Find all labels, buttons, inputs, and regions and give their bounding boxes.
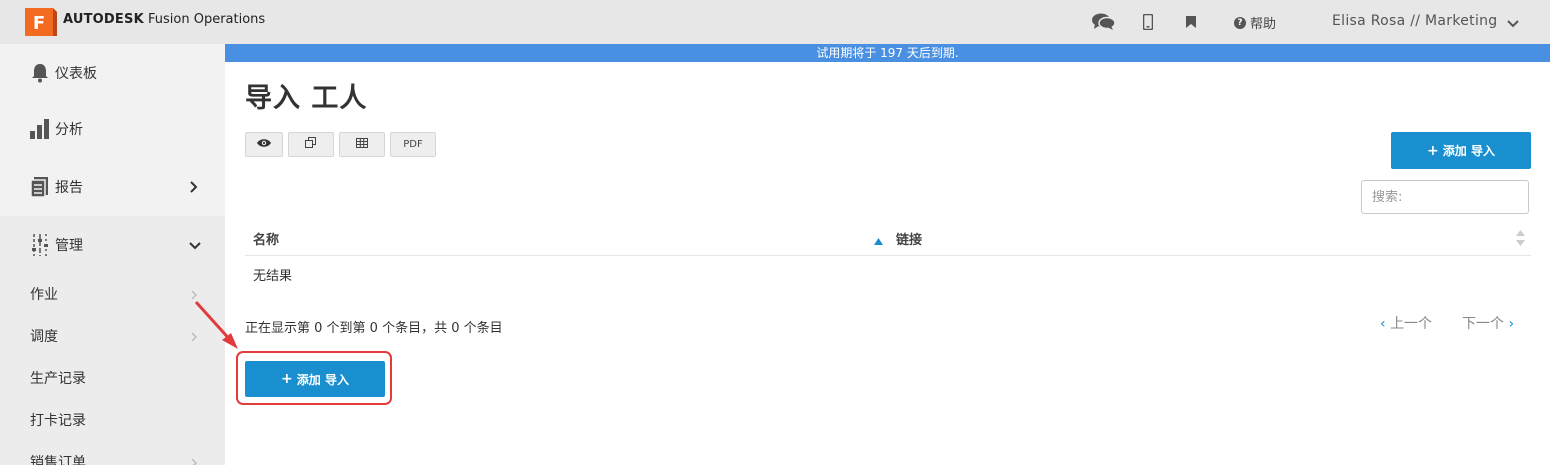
sidebar-item-label: 仪表板 [55, 66, 97, 82]
sidebar-item-label: 报告 [55, 180, 83, 196]
chevron-right-icon [190, 285, 198, 304]
sidebar-item-analytics[interactable]: 分析 [0, 100, 225, 158]
user-menu[interactable]: Elisa Rosa // Marketing [1332, 13, 1498, 29]
column-header-name[interactable]: 名称 [253, 229, 279, 248]
sort-asc-icon[interactable] [874, 230, 883, 249]
sidebar-subitem-jobs[interactable]: 作业 [0, 273, 225, 315]
top-bar: F AUTODESK Fusion Operations ? 帮助 Elisa … [0, 0, 1550, 44]
sidebar-item-admin[interactable]: 管理 [0, 216, 225, 274]
table-header: 名称 链接 [245, 220, 1531, 256]
chevron-right-icon [190, 453, 198, 465]
previous-label: 上一个 [1390, 316, 1433, 332]
chevron-down-icon[interactable] [1506, 14, 1520, 33]
chevron-right-icon: › [1508, 316, 1515, 332]
chevron-right-icon [190, 327, 198, 346]
help-label: 帮助 [1250, 17, 1277, 32]
add-import-button-top[interactable]: + 添加 导入 [1391, 132, 1531, 169]
sidebar-subitem-scheduling[interactable]: 调度 [0, 315, 225, 357]
bar-chart-icon [30, 119, 50, 139]
page-title: 导入 工人 [245, 83, 368, 114]
copy-button[interactable] [288, 132, 334, 157]
sidebar-subitem-production-records[interactable]: 生产记录 [0, 357, 225, 399]
bookmark-icon[interactable] [1186, 11, 1196, 33]
view-button[interactable] [245, 132, 283, 157]
search-input[interactable] [1361, 180, 1529, 214]
mobile-icon[interactable] [1143, 11, 1153, 33]
brand-name: AUTODESK Fusion Operations [63, 12, 266, 27]
copy-icon [305, 137, 317, 152]
pdf-button[interactable]: PDF [390, 132, 436, 157]
autodesk-logo[interactable]: F [25, 8, 57, 36]
empty-row: 无结果 [253, 269, 293, 284]
next-label: 下一个 [1462, 316, 1504, 332]
sidebar: 仪表板 分析 报告 管理 作业 调度 生产记录 打卡记录 销售订单 [0, 44, 225, 465]
sidebar-subitem-label: 调度 [30, 329, 58, 345]
help-icon: ? [1234, 16, 1246, 29]
sidebar-subitem-label: 作业 [30, 287, 58, 303]
column-header-link[interactable]: 链接 [896, 229, 922, 248]
eye-icon [256, 138, 272, 151]
annotation-highlight-box [236, 351, 392, 405]
bell-icon [30, 63, 50, 83]
chevron-down-icon [189, 236, 201, 255]
sidebar-subitem-label: 销售订单 [30, 455, 86, 465]
table-icon [356, 138, 368, 151]
chevron-left-icon: ‹ [1380, 316, 1386, 332]
table-info: 正在显示第 0 个到第 0 个条目，共 0 个条目 [245, 321, 503, 336]
sliders-icon [30, 234, 50, 256]
sidebar-subitem-label: 生产记录 [30, 371, 86, 387]
chat-icon[interactable] [1092, 11, 1115, 33]
trial-banner: 试用期将于 197 天后到期. [225, 44, 1550, 62]
previous-page-button[interactable]: ‹ 上一个 [1380, 313, 1432, 333]
svg-text:F: F [33, 13, 45, 34]
sidebar-item-label: 管理 [55, 238, 83, 254]
sidebar-subitem-label: 打卡记录 [30, 413, 86, 429]
sidebar-item-reports[interactable]: 报告 [0, 158, 225, 216]
sidebar-item-label: 分析 [55, 122, 83, 138]
sidebar-item-dashboard[interactable]: 仪表板 [0, 44, 225, 102]
report-icon [30, 177, 50, 197]
sort-both-icon[interactable] [1516, 230, 1525, 250]
chevron-right-icon [189, 178, 199, 197]
add-import-label: 添加 导入 [1442, 144, 1495, 158]
csv-button[interactable] [339, 132, 385, 157]
plus-icon: + [1427, 142, 1439, 159]
sidebar-subitem-clock-records[interactable]: 打卡记录 [0, 399, 225, 441]
next-page-button[interactable]: 下一个 › [1462, 313, 1514, 333]
sidebar-subitem-sales-orders[interactable]: 销售订单 [0, 441, 225, 465]
help-menu[interactable]: ? 帮助 [1234, 13, 1276, 32]
